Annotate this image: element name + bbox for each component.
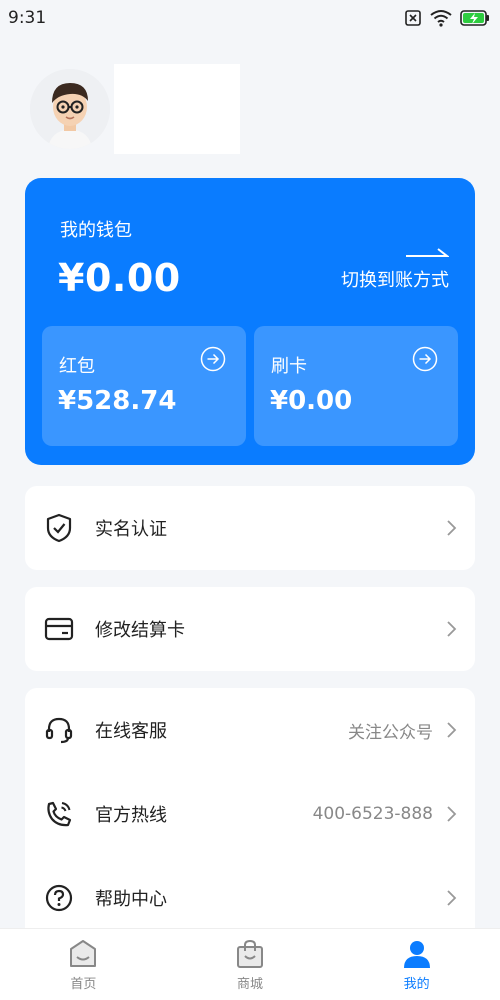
status-bar: 9:31 xyxy=(0,0,500,36)
menu-item-support-label: 在线客服 xyxy=(95,721,167,742)
profile-header xyxy=(30,64,240,154)
menu-item-verify[interactable]: 实名认证 xyxy=(25,486,475,570)
menu-item-settle-card-label: 修改结算卡 xyxy=(95,620,185,641)
tab-home-label: 首页 xyxy=(70,977,97,992)
tab-mine[interactable]: 我的 xyxy=(357,937,477,992)
menu-item-hotline-value: 400-6523-888 xyxy=(312,804,433,824)
menu-item-verify-label: 实名认证 xyxy=(95,519,167,540)
menu-item-support-value: 关注公众号 xyxy=(348,722,433,743)
user-icon xyxy=(403,941,430,968)
tab-mine-label: 我的 xyxy=(403,977,430,992)
home-icon xyxy=(70,940,97,967)
menu-item-hotline-label: 官方热线 xyxy=(95,805,167,826)
menu-item-help-label: 帮助中心 xyxy=(95,889,167,910)
status-icons xyxy=(404,9,490,27)
username-placeholder xyxy=(114,64,240,154)
chevron-right-icon xyxy=(447,520,457,536)
red-packet-amount: ¥528.74 xyxy=(58,386,177,416)
service-card: 在线客服 关注公众号 官方热线 400-6523-888 帮助中心 xyxy=(25,688,475,940)
long-arrow-icon xyxy=(406,248,449,257)
chevron-right-icon xyxy=(447,806,457,822)
card-icon xyxy=(44,617,74,641)
wallet-balance: ¥0.00 xyxy=(58,256,181,300)
phone-icon xyxy=(47,801,72,827)
bottom-tab-bar: 首页 商城 我的 xyxy=(0,928,500,1000)
swipe-card-amount: ¥0.00 xyxy=(270,386,353,416)
wifi-icon xyxy=(430,10,452,27)
verify-card: 实名认证 xyxy=(25,486,475,570)
menu-item-settle-card[interactable]: 修改结算卡 xyxy=(25,587,475,671)
swipe-card-card[interactable]: 刷卡 ¥0.00 xyxy=(254,326,458,446)
arrow-circle-icon xyxy=(200,346,226,372)
settle-card: 修改结算卡 xyxy=(25,587,475,671)
switch-payout-link[interactable]: 切换到账方式 xyxy=(341,246,449,292)
arrow-circle-icon xyxy=(412,346,438,372)
avatar[interactable] xyxy=(30,69,110,149)
tab-home[interactable]: 首页 xyxy=(23,937,143,992)
wallet-card: 我的钱包 ¥0.00 切换到账方式 红包 ¥528.74 刷卡 ¥0.00 xyxy=(25,178,475,465)
battery-charging-icon xyxy=(460,10,489,26)
chevron-right-icon xyxy=(447,621,457,637)
status-time: 9:31 xyxy=(8,8,47,28)
red-packet-label: 红包 xyxy=(59,356,95,377)
red-packet-card[interactable]: 红包 ¥528.74 xyxy=(42,326,246,446)
chevron-right-icon xyxy=(447,722,457,738)
chevron-right-icon xyxy=(447,890,457,906)
swipe-card-label: 刷卡 xyxy=(271,356,307,377)
sim-off-icon xyxy=(405,10,421,26)
tab-mall-label: 商城 xyxy=(236,977,263,992)
switch-payout-label: 切换到账方式 xyxy=(341,270,449,291)
shield-check-icon xyxy=(46,513,72,543)
menu-item-support[interactable]: 在线客服 关注公众号 xyxy=(25,688,475,772)
tab-mall[interactable]: 商城 xyxy=(190,937,310,992)
headset-icon xyxy=(45,717,73,744)
menu-item-hotline[interactable]: 官方热线 400-6523-888 xyxy=(25,772,475,856)
help-circle-icon xyxy=(45,884,73,912)
wallet-title: 我的钱包 xyxy=(60,220,132,241)
shopping-bag-icon xyxy=(236,939,263,968)
